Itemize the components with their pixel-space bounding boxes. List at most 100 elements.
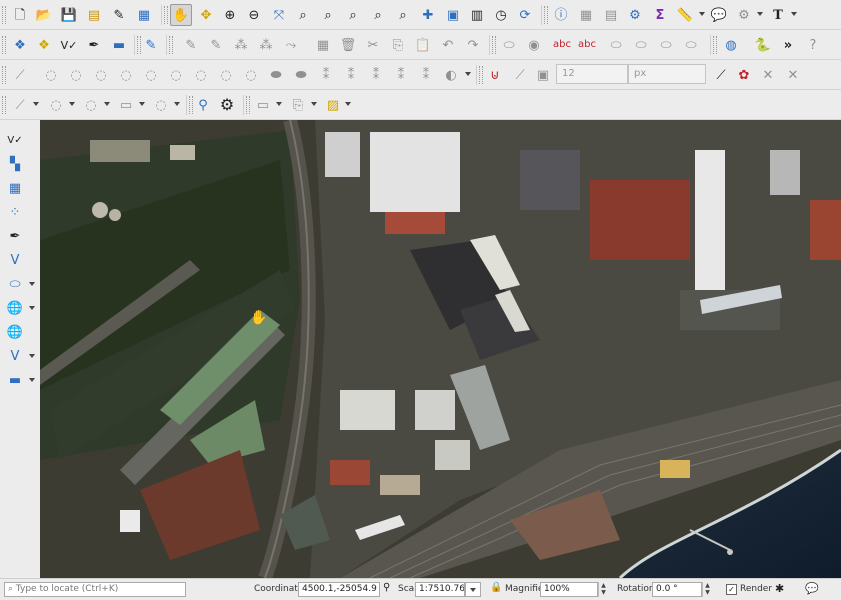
chevron-down-icon[interactable]: [174, 102, 180, 106]
edit-table-icon[interactable]: ▦: [312, 34, 334, 56]
label-tool-icon[interactable]: ⬭: [498, 34, 520, 56]
snapping-icon[interactable]: ⊍: [484, 64, 506, 86]
crs-icon[interactable]: ✱: [775, 582, 784, 595]
save-project-icon[interactable]: 💾: [58, 4, 80, 26]
scale-feature-icon[interactable]: ⁑: [390, 64, 412, 86]
toolbar-handle[interactable]: [164, 6, 168, 24]
chevron-down-icon[interactable]: [29, 378, 35, 382]
toolbar-handle[interactable]: [169, 36, 173, 54]
toolbar-handle[interactable]: [2, 96, 6, 114]
python-console-icon[interactable]: 🐍: [752, 34, 774, 56]
map-tips-icon[interactable]: 💬: [708, 4, 730, 26]
deselect-icon[interactable]: ◌: [80, 94, 102, 116]
digitize-icon[interactable]: ✒: [83, 34, 105, 56]
add-raster-layer-icon[interactable]: ▚: [5, 154, 25, 174]
zoom-last-icon[interactable]: ⌕: [367, 4, 389, 26]
add-part-icon[interactable]: ◌: [65, 64, 87, 86]
select-by-value-icon[interactable]: ◌: [45, 94, 67, 116]
paste-icon[interactable]: 📋: [412, 34, 434, 56]
delete-ring-icon[interactable]: ◌: [115, 64, 137, 86]
zoom-full-icon[interactable]: ⤧: [268, 4, 290, 26]
split-parts-icon[interactable]: ◌: [240, 64, 262, 86]
zoom-to-layer-icon[interactable]: ⌕: [317, 4, 339, 26]
statistics-icon[interactable]: Σ: [649, 4, 671, 26]
zoom-next-icon[interactable]: ⌕: [392, 4, 414, 26]
coordinate-field[interactable]: 4500.1,-25054.9: [298, 582, 380, 597]
avoid-overlap-icon[interactable]: ✕: [757, 64, 779, 86]
rotation-spinner[interactable]: ▲ ▼: [702, 582, 712, 597]
style-manager-icon[interactable]: ✎: [108, 4, 130, 26]
toggle-editing-icon[interactable]: ✎: [140, 34, 162, 56]
vertex-tool-icon[interactable]: ⁂: [255, 34, 277, 56]
copy-selection-icon[interactable]: ⎘: [287, 94, 309, 116]
locator-search-input[interactable]: ⌕ Type to locate (Ctrl+K): [4, 582, 186, 597]
edit-pencil-icon[interactable]: ✎: [180, 34, 202, 56]
select-all-icon[interactable]: ◌: [150, 94, 172, 116]
add-mesh-layer-icon[interactable]: ▦: [5, 178, 25, 198]
pan-icon[interactable]: ✋: [170, 4, 192, 26]
add-vector-layer-icon[interactable]: V✓: [5, 130, 25, 150]
toolbar-handle[interactable]: [713, 36, 717, 54]
reshape-icon[interactable]: ◌: [165, 64, 187, 86]
select-features-icon[interactable]: ⟋: [9, 94, 31, 116]
merge-features-icon[interactable]: ⬬: [265, 64, 287, 86]
label-settings-icon[interactable]: abc: [551, 34, 573, 56]
identify-icon[interactable]: ⓘ: [550, 4, 572, 26]
measure-icon[interactable]: 📏: [674, 4, 696, 26]
chevron-down-icon[interactable]: [465, 72, 471, 76]
toolbar-handle[interactable]: [2, 66, 6, 84]
annotation-icon[interactable]: ⚙: [733, 4, 755, 26]
toggle-extents-icon[interactable]: ⚲: [383, 582, 390, 593]
add-spatialite-icon[interactable]: ⬭: [5, 274, 25, 294]
new-bookmark-icon[interactable]: ✚: [417, 4, 439, 26]
lock-scale-icon[interactable]: 🔒: [490, 582, 502, 593]
new-print-layout-icon[interactable]: ▤: [83, 4, 105, 26]
add-virtual-layer-icon[interactable]: V: [5, 250, 25, 270]
toolbar-handle[interactable]: [2, 36, 6, 54]
open-attribute-table-icon[interactable]: ▦: [575, 4, 597, 26]
delete-icon[interactable]: 🗑: [337, 34, 359, 56]
modify-attributes-icon[interactable]: ⤳: [280, 34, 302, 56]
toolbar-handle[interactable]: [479, 66, 483, 84]
new-map-view-icon[interactable]: ▣: [442, 4, 464, 26]
snap-type-icon[interactable]: ⟋: [509, 64, 531, 86]
zoom-in-icon[interactable]: ⊕: [219, 4, 241, 26]
snapping-intersection-icon[interactable]: ⟋: [710, 64, 732, 86]
map-canvas[interactable]: ✋: [40, 120, 841, 578]
topological-editing-icon[interactable]: ✿: [733, 64, 755, 86]
move-feature-icon[interactable]: ⁑: [415, 64, 437, 86]
cut-icon[interactable]: ✂: [362, 34, 384, 56]
render-checkbox[interactable]: ✓: [726, 584, 737, 595]
zoom-to-selection-layer-icon[interactable]: ▨: [322, 94, 344, 116]
chevron-down-icon[interactable]: [29, 306, 35, 310]
rotate-symbols-icon[interactable]: ⁑: [315, 64, 337, 86]
chevron-down-icon[interactable]: [104, 102, 110, 106]
undo-icon[interactable]: ↶: [437, 34, 459, 56]
new-project-icon[interactable]: 🗋: [9, 4, 31, 26]
snapping-units-select[interactable]: px: [628, 64, 706, 84]
temporal-controller-icon[interactable]: ◷: [490, 4, 512, 26]
merge-attributes-icon[interactable]: ⬬: [290, 64, 312, 86]
label-pin-icon[interactable]: ◉: [523, 34, 545, 56]
add-layer-icon[interactable]: ▬: [108, 34, 130, 56]
self-snapping-icon[interactable]: ✕: [782, 64, 804, 86]
data-source-manager-icon[interactable]: ❖: [9, 34, 31, 56]
processing-history-icon[interactable]: ⚲: [192, 94, 214, 116]
zoom-out-icon[interactable]: ⊖: [243, 4, 265, 26]
show-bookmarks-icon[interactable]: ▥: [466, 4, 488, 26]
chevron-down-icon[interactable]: [791, 12, 797, 16]
chevron-down-icon[interactable]: [276, 102, 282, 106]
georeferencer-icon[interactable]: ◍: [720, 34, 742, 56]
add-delimited-text-icon[interactable]: ⁘: [5, 202, 25, 222]
add-gps-icon[interactable]: ✒: [5, 226, 25, 246]
digitize-line-icon[interactable]: ⟋: [9, 64, 31, 86]
copy-icon[interactable]: ⎘: [387, 34, 409, 56]
chevron-down-icon[interactable]: [757, 12, 763, 16]
pan-to-selection-icon[interactable]: ✥: [195, 4, 217, 26]
fill-ring-icon[interactable]: ◌: [90, 64, 112, 86]
zoom-to-selection-icon[interactable]: ⌕: [292, 4, 314, 26]
rotation-field[interactable]: 0.0 °: [652, 582, 702, 597]
delete-part-icon[interactable]: ◌: [140, 64, 162, 86]
add-arcgis-icon[interactable]: ▬: [5, 370, 25, 390]
move-label-icon[interactable]: ⬭: [605, 34, 627, 56]
